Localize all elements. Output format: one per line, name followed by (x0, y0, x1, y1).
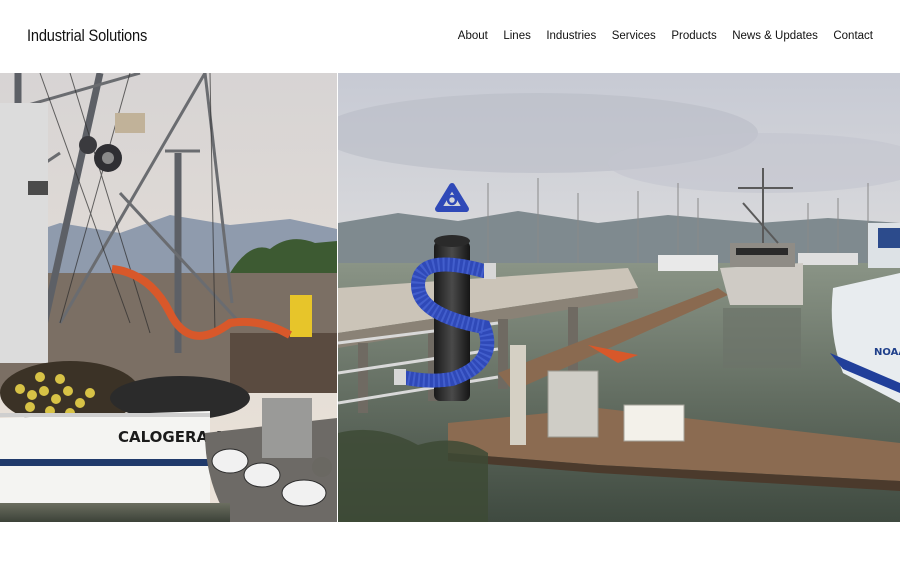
nav-services[interactable]: Services (612, 30, 656, 42)
site-logo[interactable]: Industrial Solutions (27, 26, 147, 46)
nav-industries[interactable]: Industries (546, 30, 596, 42)
hero-banner: CALOGERA A NOA (0, 73, 900, 522)
nav-about[interactable]: About (458, 30, 488, 42)
hero-image-marina: NOAA (338, 73, 900, 522)
boat-mark-label: NOAA (874, 347, 900, 358)
site-header: Industrial Solutions About Lines Industr… (0, 0, 900, 72)
nav-news-updates[interactable]: News & Updates (732, 30, 818, 42)
hero-image-fishing-boat: CALOGERA A (0, 73, 337, 522)
nav-lines[interactable]: Lines (503, 30, 531, 42)
main-nav: About Lines Industries Services Products… (442, 30, 873, 42)
nav-contact[interactable]: Contact (833, 30, 873, 42)
nav-products[interactable]: Products (671, 30, 716, 42)
